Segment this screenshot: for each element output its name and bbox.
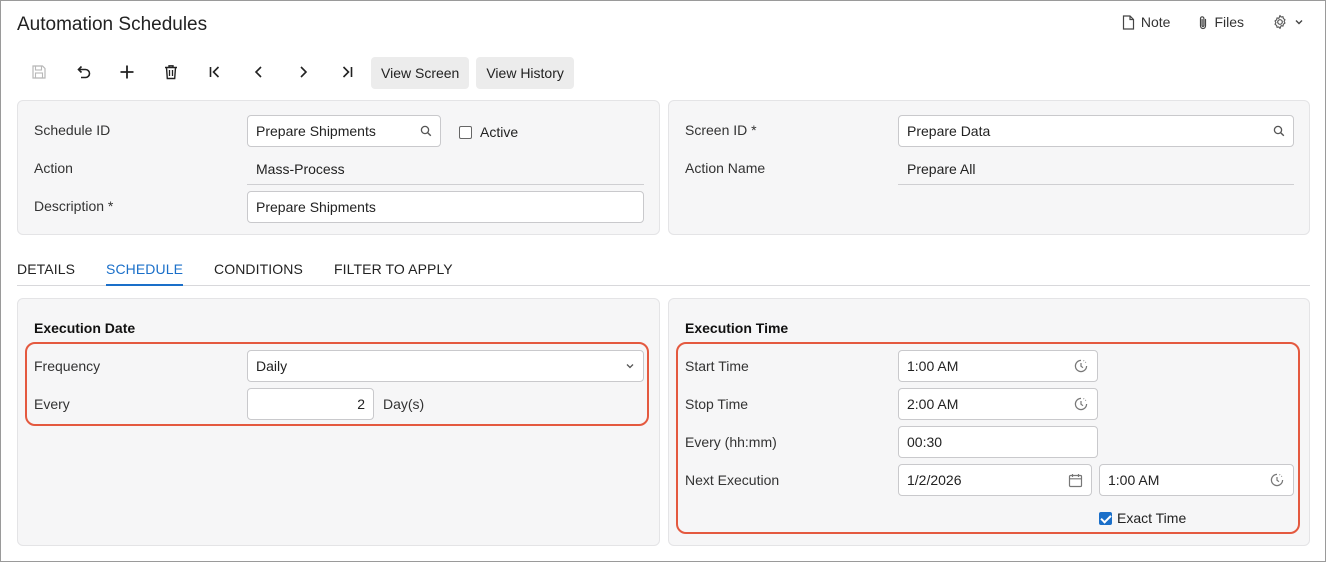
add-button[interactable] <box>105 57 149 89</box>
required-mark: * <box>107 198 114 214</box>
chevron-right-icon <box>296 65 310 82</box>
action-label: Action <box>34 160 73 176</box>
first-page-icon <box>208 65 222 82</box>
screen-id-label-text: Screen ID <box>685 122 748 138</box>
action-name-value: Prepare All <box>898 153 1294 185</box>
trash-icon <box>164 64 178 83</box>
tab-bar: DETAILS SCHEDULE CONDITIONS FILTER TO AP… <box>17 258 1310 286</box>
note-label: Note <box>1140 14 1171 30</box>
active-label: Active <box>480 124 519 140</box>
toolbar: View Screen View History <box>17 57 574 89</box>
screen-id-input[interactable]: Prepare Data <box>898 115 1294 147</box>
active-checkbox[interactable]: Active <box>459 124 518 140</box>
page-title: Automation Schedules <box>17 14 208 35</box>
execution-time-title: Execution Time <box>685 320 789 336</box>
description-label: Description * <box>34 198 113 214</box>
required-mark: * <box>751 122 757 138</box>
delete-button[interactable] <box>149 57 193 89</box>
execution-date-title: Execution Date <box>34 320 136 336</box>
search-icon[interactable] <box>1273 125 1285 137</box>
tab-details[interactable]: DETAILS <box>17 258 75 286</box>
chevron-left-icon <box>252 65 266 82</box>
summary-right-panel: Screen ID * Prepare Data Action Name Pre… <box>668 100 1310 235</box>
first-record-button[interactable] <box>193 57 237 89</box>
screen-id-value: Prepare Data <box>907 123 991 139</box>
schedule-id-label: Schedule ID <box>34 122 111 138</box>
screen-id-label: Screen ID * <box>685 122 757 138</box>
search-icon[interactable] <box>420 125 432 137</box>
action-value: Mass-Process <box>247 153 644 185</box>
schedule-id-input[interactable]: Prepare Shipments <box>247 115 441 147</box>
files-button[interactable]: Files <box>1198 12 1244 32</box>
chevron-down-icon <box>1294 17 1304 27</box>
undo-button[interactable] <box>61 57 105 89</box>
view-screen-button[interactable]: View Screen <box>371 57 470 89</box>
top-actions: Note Files <box>1122 12 1304 32</box>
files-label: Files <box>1214 14 1244 30</box>
summary-left-panel: Schedule ID Prepare Shipments Active Act… <box>17 100 660 235</box>
execution-date-highlight <box>25 342 649 426</box>
description-label-text: Description <box>34 198 105 214</box>
gear-icon <box>1272 14 1288 30</box>
action-name-label: Action Name <box>685 160 766 176</box>
next-record-button[interactable] <box>281 57 325 89</box>
undo-icon <box>74 64 92 83</box>
save-icon <box>31 64 47 83</box>
note-button[interactable]: Note <box>1122 12 1171 32</box>
save-button[interactable] <box>17 57 61 89</box>
last-record-button[interactable] <box>325 57 369 89</box>
active-checkbox-box[interactable] <box>459 125 472 139</box>
schedule-id-value: Prepare Shipments <box>256 123 376 139</box>
note-icon <box>1122 14 1135 30</box>
description-value: Prepare Shipments <box>256 199 376 215</box>
last-page-icon <box>340 65 354 82</box>
execution-time-highlight <box>676 342 1300 534</box>
tab-schedule[interactable]: SCHEDULE <box>106 258 184 286</box>
description-input[interactable]: Prepare Shipments <box>247 191 644 223</box>
settings-menu-button[interactable] <box>1272 12 1304 32</box>
tab-conditions[interactable]: CONDITIONS <box>214 258 303 286</box>
previous-record-button[interactable] <box>237 57 281 89</box>
view-history-button[interactable]: View History <box>476 57 574 89</box>
plus-icon <box>119 64 135 83</box>
paperclip-icon <box>1198 15 1208 30</box>
tab-filter-to-apply[interactable]: FILTER TO APPLY <box>334 258 453 286</box>
